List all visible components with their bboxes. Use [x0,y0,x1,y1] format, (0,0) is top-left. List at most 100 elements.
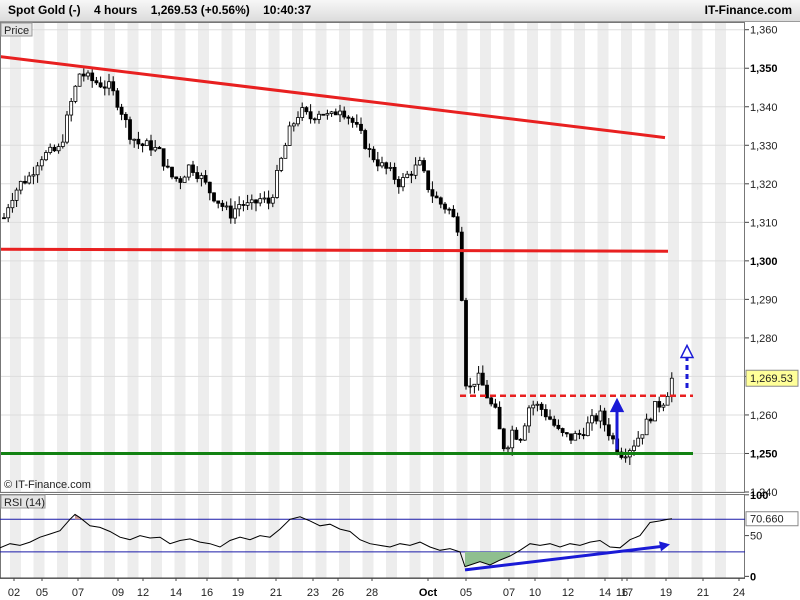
rsi-tab-label: RSI (14) [4,497,45,509]
candle-body [661,404,666,408]
day-band [33,22,45,492]
x-tick-label: 10 [529,587,541,599]
candle-body [585,422,590,437]
candle-body [409,173,414,176]
candle-body [35,165,40,176]
day-band [292,494,303,578]
day-band [362,22,374,492]
x-tick-label: 14 [599,587,611,599]
candle-body [548,416,552,420]
candle-body [6,207,11,219]
price-tick-label: 1,310 [750,217,778,229]
candle-body [317,113,321,120]
candle-body [606,424,611,437]
day-band [57,494,68,578]
candle-body [602,410,607,426]
candle-body [552,418,557,426]
day-band [691,22,703,492]
candle-body [254,199,258,204]
candle-body [69,101,74,116]
candle-body [23,180,27,184]
day-band [574,494,585,578]
candle-body [270,197,275,204]
candle-body [128,119,132,140]
candle-body [258,198,263,204]
candle-body [44,152,48,161]
candle-body [300,107,305,118]
candle-body [304,107,309,113]
chart-canvas: 1,360 1,350 1,340 1,330 1,320 1,310 1,300 1,290… [0,22,799,599]
candle-body [73,85,78,102]
current-price-label: 1,269.53 [750,373,793,385]
candle-body [539,403,544,410]
x-tick-label: 19 [660,587,672,599]
candle-body [186,164,191,178]
candle-body [354,122,359,125]
x-tick-label: 26 [332,587,344,599]
candle-body [506,447,510,450]
candle-body [371,148,376,161]
candle-body [480,372,485,386]
day-band [198,22,209,492]
candle-body [266,197,271,204]
candle-body [657,401,662,408]
candle-body [56,146,61,152]
candle-body [161,148,166,167]
day-band [386,22,397,492]
day-band [10,22,21,492]
day-band [80,22,92,492]
candle-body [510,429,515,449]
day-band [245,494,256,578]
candle-body [174,176,179,180]
candle-body [653,401,657,422]
day-band [245,22,256,492]
candle-body [447,208,452,211]
candle-body [86,72,90,77]
candle-body [430,189,435,197]
price-tick-label: 1,340 [750,102,778,114]
candle-body [451,208,456,218]
day-band [221,494,233,578]
candle-body [367,148,372,150]
candle-body [216,200,221,204]
x-tick-label: 12 [562,587,574,599]
candle-body [417,160,422,166]
day-band [409,22,421,492]
day-band [198,494,209,578]
day-band [151,22,162,492]
candle-body [296,117,300,125]
candle-body [228,205,233,219]
candle-body [338,110,342,116]
candle-body [123,113,128,121]
candle-body [459,231,464,301]
candle-body [564,432,569,435]
candle-body [632,445,636,451]
candle-body [233,208,237,219]
candle-body [569,433,573,441]
candle-body [191,164,195,173]
candle-body [111,81,116,92]
day-band [503,22,515,492]
candle-body [384,162,389,169]
candle-body [522,425,527,441]
day-band [621,22,632,492]
day-band [621,494,632,578]
price-tick-label: 1,350 [750,63,778,75]
candle-body [443,203,447,210]
candle-body [224,205,229,208]
candle-body [132,138,137,141]
rsi-tick-label: 100 [750,490,768,502]
candle-body [380,162,384,167]
candle-body [388,166,393,169]
candle-body [249,199,254,204]
candle-body [165,165,170,168]
candle-body [308,111,313,120]
day-band [221,22,233,492]
candle-body [90,72,95,82]
candle-body [665,395,670,406]
candle-body [476,372,481,385]
candle-body [102,86,107,89]
candle-body [648,418,653,422]
day-band [550,494,562,578]
x-tick-label: 21 [270,587,282,599]
